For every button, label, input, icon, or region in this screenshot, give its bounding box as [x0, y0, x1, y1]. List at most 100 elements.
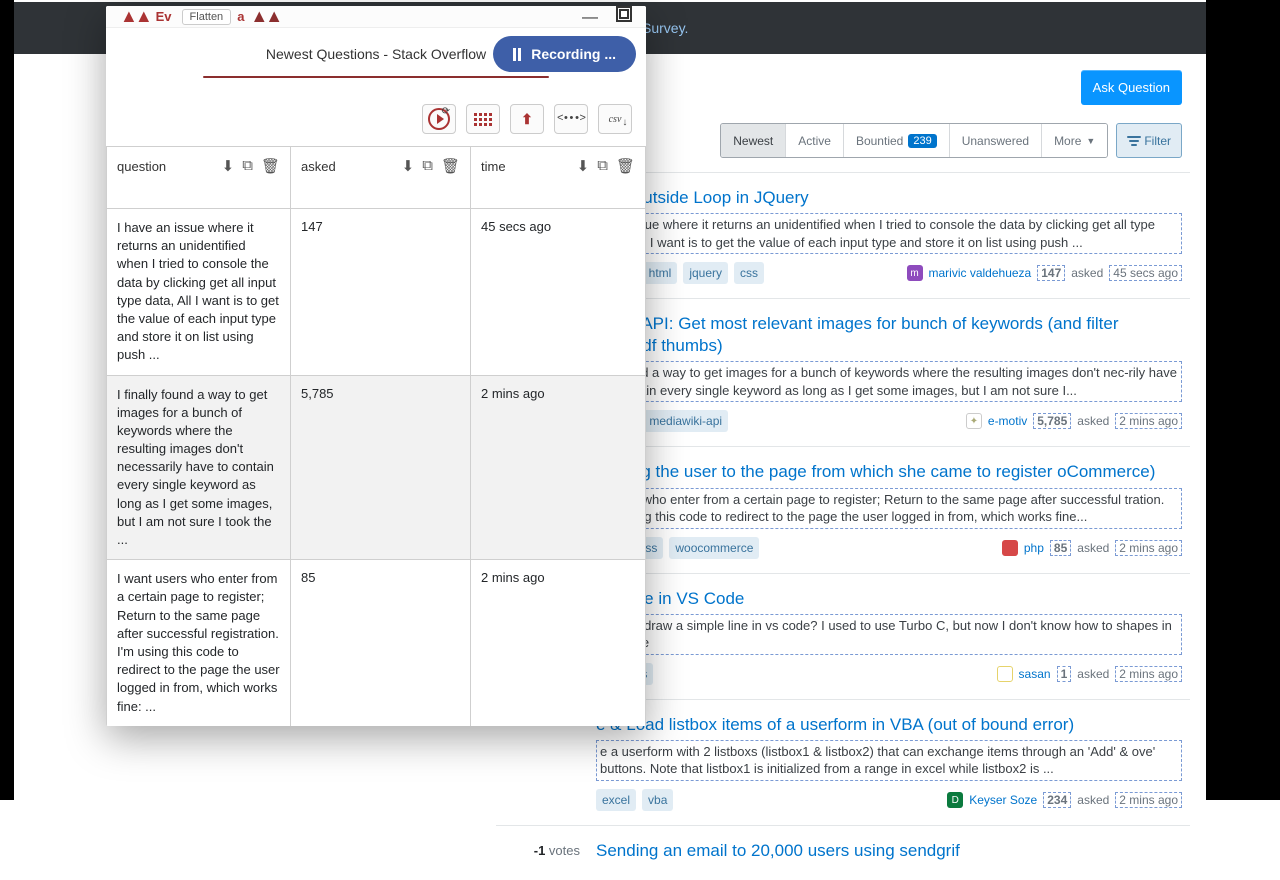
table-row: I finally found a way to get images for …: [107, 375, 646, 560]
cell-asked: 85: [291, 560, 471, 726]
download-icon[interactable]: ⬇: [222, 157, 235, 175]
asked-time[interactable]: 2 mins ago: [1115, 413, 1182, 429]
grid-icon: [474, 113, 492, 126]
user-link[interactable]: Keyser Soze: [969, 793, 1037, 807]
question-title[interactable]: Sending an email to 20,000 users using s…: [596, 840, 1182, 862]
mode-segmented-control: Data Scrape Mass Click Record Site Login: [203, 76, 549, 78]
play-record-button[interactable]: ⟳: [422, 104, 456, 134]
filter-icon: [1127, 134, 1139, 148]
col-asked: asked⬇⧉🗑: [291, 147, 471, 209]
tag[interactable]: vba: [642, 789, 673, 811]
recording-button[interactable]: Recording ...: [493, 36, 636, 72]
tab-more[interactable]: More ▼: [1042, 124, 1107, 157]
user-rep: 5,785: [1033, 413, 1071, 429]
question-title[interactable]: data outside Loop in JQuery: [596, 187, 1182, 209]
flatten-button[interactable]: Flatten: [182, 9, 232, 25]
cell-question: I finally found a way to get images for …: [107, 375, 291, 560]
cell-asked: 5,785: [291, 375, 471, 560]
grid-button[interactable]: [466, 104, 500, 134]
download-icon[interactable]: ⬇: [402, 157, 415, 175]
csv-export-button[interactable]: csv: [598, 104, 632, 134]
seg-mass-click[interactable]: Mass Click: [319, 77, 434, 78]
seg-data-scrape[interactable]: Data Scrape: [204, 77, 319, 78]
asked-time[interactable]: 2 mins ago: [1115, 540, 1182, 556]
question-meta: m marivic valdehueza 147 asked 45 secs a…: [907, 265, 1183, 281]
table-row: I have an issue where it returns an unid…: [107, 209, 646, 376]
csv-icon: csv: [609, 114, 622, 125]
user-link[interactable]: php: [1024, 541, 1044, 555]
maximize-icon[interactable]: [616, 6, 632, 27]
scraped-data-table: question⬇⧉🗑 asked⬇⧉🗑 time⬇⧉🗑 I have an i…: [106, 146, 646, 726]
scraper-panel: ▲▲ Ev Flatten a ▲▲ — Newest Questions - …: [106, 6, 646, 726]
tab-bountied[interactable]: Bountied 239: [844, 124, 950, 157]
tag[interactable]: jquery: [683, 262, 728, 284]
user-link[interactable]: marivic valdehueza: [929, 266, 1032, 280]
question-excerpt: w can i draw a simple line in vs code? I…: [596, 614, 1182, 655]
user-rep: 147: [1037, 265, 1065, 281]
question-excerpt: e a userform with 2 listboxs (listbox1 &…: [596, 740, 1182, 781]
pause-icon: [513, 48, 521, 61]
bountied-count-badge: 239: [908, 134, 936, 148]
toolbar: ⟳ ⬆ <•••> csv: [106, 92, 646, 146]
question-excerpt: lly found a way to get images for a bunc…: [596, 361, 1182, 402]
ask-question-button[interactable]: Ask Question: [1081, 70, 1182, 105]
upload-icon: ⬆: [521, 111, 533, 128]
cell-time: 2 mins ago: [471, 375, 646, 560]
question-excerpt: t users who enter from a certain page to…: [596, 488, 1182, 529]
cell-asked: 147: [291, 209, 471, 376]
tab-newest[interactable]: Newest: [721, 124, 786, 157]
asked-time[interactable]: 2 mins ago: [1115, 792, 1182, 808]
user-avatar[interactable]: [1002, 540, 1018, 556]
seg-record-login[interactable]: Record Site Login: [434, 77, 548, 78]
code-view-button[interactable]: <•••>: [554, 104, 588, 134]
user-avatar[interactable]: D: [947, 792, 963, 808]
banner-survey-link[interactable]: Survey.: [642, 20, 688, 36]
copy-icon[interactable]: ⧉: [597, 157, 608, 175]
user-avatar[interactable]: m: [907, 265, 923, 281]
tag[interactable]: mediawiki-api: [643, 410, 728, 432]
right-black-bar: [1206, 0, 1280, 800]
panel-titlebar: ▲▲ Ev Flatten a ▲▲ —: [106, 6, 646, 28]
question-title[interactable]: iawiki API: Get most relevant images for…: [596, 313, 1182, 357]
delete-icon[interactable]: 🗑: [616, 157, 635, 175]
tag[interactable]: excel: [596, 789, 636, 811]
copy-icon[interactable]: ⧉: [422, 157, 433, 175]
cell-time: 2 mins ago: [471, 560, 646, 726]
brand-logo-icon: ▲▲: [250, 6, 280, 27]
tag[interactable]: woocommerce: [669, 537, 759, 559]
minimize-icon[interactable]: —: [582, 9, 598, 27]
asked-time[interactable]: 2 mins ago: [1115, 666, 1182, 682]
brand: ▲▲ Ev Flatten a ▲▲: [120, 6, 280, 27]
filter-button[interactable]: Filter: [1116, 123, 1182, 158]
user-link[interactable]: e-motiv: [988, 414, 1027, 428]
asked-time[interactable]: 45 secs ago: [1109, 265, 1182, 281]
cell-question: I have an issue where it returns an unid…: [107, 209, 291, 376]
user-link[interactable]: sasan: [1019, 667, 1051, 681]
question-title[interactable]: e & Load listbox items of a userform in …: [596, 714, 1182, 736]
question-title[interactable]: w a line in VS Code: [596, 588, 1182, 610]
user-avatar[interactable]: [997, 666, 1013, 682]
copy-icon[interactable]: ⧉: [242, 157, 253, 175]
delete-icon[interactable]: 🗑: [261, 157, 280, 175]
tag[interactable]: css: [734, 262, 764, 284]
delete-icon[interactable]: 🗑: [441, 157, 460, 175]
tag[interactable]: html: [643, 262, 678, 284]
code-icon: <•••>: [557, 113, 585, 125]
brand-logo-icon: ▲▲: [120, 6, 150, 27]
download-icon[interactable]: ⬇: [577, 157, 590, 175]
tab-active[interactable]: Active: [786, 124, 844, 157]
col-question: question⬇⧉🗑: [107, 147, 291, 209]
panel-page-title: Newest Questions - Stack Overflow: [266, 46, 486, 62]
window-controls: —: [582, 6, 632, 27]
left-black-bar: [0, 0, 14, 800]
question-title[interactable]: irecting the user to the page from which…: [596, 461, 1182, 483]
col-time: time⬇⧉🗑: [471, 147, 646, 209]
table-row: I want users who enter from a certain pa…: [107, 560, 646, 726]
tab-unanswered[interactable]: Unanswered: [950, 124, 1042, 157]
cell-time: 45 secs ago: [471, 209, 646, 376]
cell-question: I want users who enter from a certain pa…: [107, 560, 291, 726]
upload-button[interactable]: ⬆: [510, 104, 544, 134]
sort-tabs: Newest Active Bountied 239 Unanswered Mo…: [720, 123, 1108, 158]
user-avatar[interactable]: ✦: [966, 413, 982, 429]
question-item: -1 votes Sending an email to 20,000 user…: [496, 825, 1190, 880]
